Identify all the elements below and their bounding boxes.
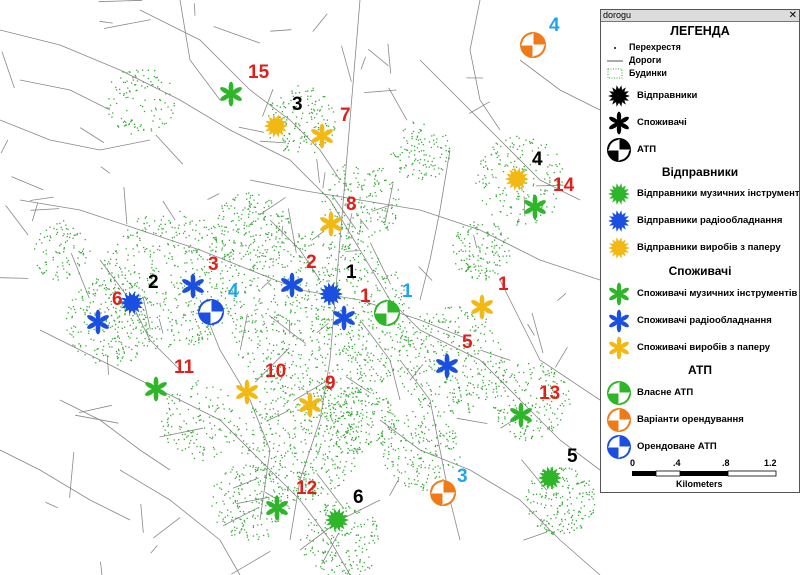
site-number-label: 15 — [248, 62, 270, 83]
yellow-flower-icon — [609, 336, 629, 360]
legend-item-atp-generic: АТП — [605, 137, 799, 163]
black-flower-icon — [609, 111, 629, 135]
site-number-label: 6 — [112, 289, 123, 310]
consumer-marker[interactable] — [509, 402, 533, 428]
site-number-label: 9 — [325, 373, 336, 394]
dotted-box-icon — [607, 68, 623, 79]
blue-starburst-icon — [608, 210, 630, 232]
legend-consumers-heading: Споживачі — [668, 264, 732, 278]
site-number-label: 11 — [174, 357, 195, 378]
site-number-label: 5 — [567, 446, 578, 467]
black-starburst-icon — [608, 85, 630, 107]
site-number-label: 14 — [553, 175, 575, 196]
blue-quartered-circle-icon — [607, 435, 631, 459]
building-dots — [34, 69, 596, 575]
legend-atp-heading: АТП — [687, 363, 713, 377]
site-number-label: 7 — [340, 105, 351, 126]
site-number-label: 12 — [296, 478, 317, 499]
green-flower-icon — [609, 282, 629, 306]
site-number-label: 3 — [208, 254, 219, 275]
black-quartered-circle-icon — [607, 138, 631, 162]
site-number-label: 6 — [353, 487, 364, 508]
legend-title: ЛЕГЕНДА — [670, 24, 730, 38]
site-number-label: 1 — [360, 286, 371, 307]
site-number-label: 10 — [265, 361, 286, 382]
close-icon[interactable]: ✕ — [789, 10, 797, 21]
legend-item-atp-rented: Орендоване АТП — [605, 434, 799, 460]
consumer-marker[interactable] — [144, 376, 168, 402]
consumer-marker[interactable] — [332, 305, 356, 331]
orange-quartered-circle-icon — [607, 408, 631, 432]
legend-item-intersection: Перехрестя — [605, 41, 799, 54]
site-number-label: 5 — [462, 332, 473, 353]
legend-item-consumer-paper: Споживачі виробів з паперу — [605, 335, 799, 361]
site-number-label: 1 — [498, 274, 509, 295]
consumer-marker[interactable] — [219, 81, 243, 107]
legend-item-senders-generic: Відправники — [605, 83, 799, 109]
legend-item-consumers-generic: Споживачі — [605, 110, 799, 136]
consumer-marker[interactable] — [435, 353, 459, 379]
site-number-label: 1 — [346, 262, 357, 283]
consumer-marker[interactable] — [86, 309, 110, 335]
scale-tick: .4 — [673, 458, 681, 468]
green-quartered-circle-icon — [607, 381, 631, 405]
legend-item-atp-own: Власне АТП — [605, 380, 799, 406]
legend-item-atp-rent-options: Варіанти орендування — [605, 407, 799, 433]
line-icon — [607, 60, 623, 62]
site-number-label: 4 — [228, 281, 239, 302]
site-number-label: 8 — [346, 194, 357, 215]
dot-icon — [614, 47, 616, 49]
legend-window[interactable]: dorogu ✕ ЛЕГЕНДА Перехрестя Дороги Будин… — [600, 9, 800, 493]
legend-window-title: dorogu — [603, 10, 632, 20]
scale-tick: 0 — [630, 458, 636, 468]
blue-flower-icon — [609, 309, 629, 333]
site-number-label: 1 — [402, 281, 413, 302]
atp-marker[interactable] — [520, 32, 546, 58]
consumer-marker[interactable] — [523, 194, 547, 220]
yellow-starburst-icon — [608, 237, 630, 259]
legend-item-consumer-music: Споживачі музичних інструментів — [605, 281, 799, 307]
scale-tick: 1.2 — [764, 458, 777, 468]
site-number-label: 4 — [549, 15, 560, 36]
scale-unit: Kilometers — [676, 479, 723, 489]
site-number-label: 3 — [292, 94, 303, 115]
site-number-label: 2 — [306, 252, 317, 273]
site-number-label: 13 — [539, 383, 560, 404]
sender-marker[interactable] — [319, 282, 343, 306]
scale-bar-graphic — [632, 470, 777, 477]
legend-item-consumer-radio: Споживачі радіообладнання — [605, 308, 799, 334]
site-number-label: 4 — [532, 149, 543, 170]
atp-marker[interactable] — [430, 480, 456, 506]
scale-tick: .8 — [722, 458, 730, 468]
site-number-label: 3 — [457, 466, 468, 487]
legend-senders-heading: Відправники — [661, 165, 739, 179]
legend-item-sender-paper: Відправники виробів з паперу — [605, 235, 799, 261]
consumer-marker[interactable] — [235, 379, 259, 405]
site-number-label: 2 — [148, 272, 159, 293]
legend-item-roads: Дороги — [605, 54, 799, 67]
consumer-marker[interactable] — [470, 294, 494, 320]
atp-marker[interactable] — [374, 300, 400, 326]
atp-marker[interactable] — [198, 299, 224, 325]
legend-item-buildings: Будинки — [605, 67, 799, 80]
green-starburst-icon — [608, 183, 630, 205]
legend-item-sender-radio: Відправники радіообладнання — [605, 208, 799, 234]
legend-item-sender-music: Відправники музичних інструмент — [605, 181, 800, 207]
legend-titlebar[interactable]: dorogu ✕ — [601, 10, 799, 22]
